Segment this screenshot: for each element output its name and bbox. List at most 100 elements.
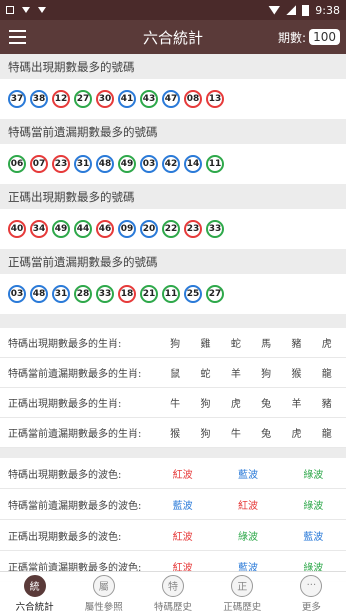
divider [0, 314, 346, 328]
number-ball[interactable]: 42 [162, 155, 180, 173]
number-ball[interactable]: 14 [184, 155, 202, 173]
wave-value: 綠波 [303, 500, 324, 512]
nav-item[interactable]: 特特碼歷史 [138, 572, 207, 615]
wave-values: 紅波 綠波 藍波 [150, 528, 346, 543]
zodiac-value: 牛 [170, 399, 181, 410]
zodiac-values: 狗雞蛇馬豬虎 [160, 335, 346, 350]
wave-value: 紅波 [172, 469, 193, 481]
nav-label: 正碼歷史 [223, 601, 262, 613]
number-ball[interactable]: 13 [206, 90, 224, 108]
number-ball[interactable]: 31 [74, 155, 92, 173]
number-ball[interactable]: 34 [30, 220, 48, 238]
wave-value: 藍波 [172, 500, 193, 512]
number-ball[interactable]: 21 [140, 285, 158, 303]
number-ball[interactable]: 40 [8, 220, 26, 238]
number-ball[interactable]: 48 [96, 155, 114, 173]
zodiac-value: 羊 [230, 369, 241, 380]
wave-value: 綠波 [303, 469, 324, 481]
number-ball[interactable]: 47 [162, 90, 180, 108]
number-ball[interactable]: 23 [52, 155, 70, 173]
number-ball[interactable]: 18 [118, 285, 136, 303]
period-selector[interactable]: 期數: 100 [278, 29, 346, 46]
wave-row: 特碼出現期數最多的波色: 紅波 藍波 綠波 [0, 458, 346, 489]
number-ball[interactable]: 33 [96, 285, 114, 303]
nav-label: 六合統計 [15, 601, 54, 613]
zodiac-value: 兔 [261, 399, 272, 410]
nav-label: 更多 [301, 601, 321, 613]
nav-label: 特碼歷史 [154, 601, 193, 613]
number-ball[interactable]: 44 [74, 220, 92, 238]
section-title: 正碼當前遺漏期數最多的號碼 [0, 249, 346, 274]
number-ball[interactable]: 07 [30, 155, 48, 173]
number-ball[interactable]: 03 [140, 155, 158, 173]
number-ball[interactable]: 33 [206, 220, 224, 238]
wave-value: 紅波 [237, 500, 258, 512]
number-ball[interactable]: 11 [206, 155, 224, 173]
signal-icon [286, 5, 297, 15]
wave-values: 藍波 紅波 綠波 [150, 497, 346, 512]
status-time: 9:38 [315, 3, 340, 17]
number-ball[interactable]: 20 [140, 220, 158, 238]
status-bar: 9:38 [0, 0, 346, 20]
zodiac-value: 牛 [230, 429, 241, 440]
zodiac-row: 正碼當前遺漏期數最多的生肖: 猴 狗 牛 兔 虎 龍 [0, 418, 346, 448]
zodiac-value: 狗 [200, 429, 211, 440]
nav-item[interactable]: 正正碼歷史 [208, 572, 277, 615]
period-value[interactable]: 100 [309, 29, 340, 45]
zodiac-value: 虎 [321, 339, 332, 350]
ball-row: 06 07 23 31 48 49 03 42 14 11 [0, 144, 346, 184]
ball-row: 03 48 31 28 33 18 21 11 25 27 [0, 274, 346, 314]
zodiac-row-label: 正碼當前遺漏期數最多的生肖: [8, 429, 142, 440]
nav-icon: 正 [231, 574, 254, 597]
download-icon-2 [38, 7, 46, 13]
nav-item[interactable]: 統六合統計 [0, 572, 69, 615]
number-ball[interactable]: 12 [52, 90, 70, 108]
number-ball[interactable]: 49 [118, 155, 136, 173]
wave-values: 紅波 藍波 綠波 [150, 466, 346, 481]
number-ball[interactable]: 08 [184, 90, 202, 108]
zodiac-value: 馬 [261, 339, 272, 350]
number-ball[interactable]: 03 [8, 285, 26, 303]
bottom-nav: 統六合統計屬屬性參照特特碼歷史正正碼歷史 ··· 更多 [0, 571, 346, 615]
number-ball[interactable]: 23 [184, 220, 202, 238]
nav-item[interactable]: ··· 更多 [277, 572, 346, 615]
app-header: 六合統計 期數: 100 [0, 20, 346, 54]
number-ball[interactable]: 22 [162, 220, 180, 238]
number-ball[interactable]: 46 [96, 220, 114, 238]
nav-item[interactable]: 屬屬性參照 [69, 572, 138, 615]
zodiac-row-label: 正碼出現期數最多的生肖: [8, 399, 122, 410]
download-icon [22, 7, 30, 13]
number-ball[interactable]: 11 [162, 285, 180, 303]
zodiac-row: 正碼出現期數最多的生肖: 牛 狗 虎 兔 羊 豬 [0, 388, 346, 418]
number-ball[interactable]: 31 [52, 285, 70, 303]
menu-icon[interactable] [0, 20, 34, 54]
wave-value: 藍波 [237, 469, 258, 481]
number-ball[interactable]: 37 [8, 90, 26, 108]
nav-icon: ··· [300, 574, 323, 597]
number-ball[interactable]: 41 [118, 90, 136, 108]
number-ball[interactable]: 38 [30, 90, 48, 108]
zodiac-value: 豬 [291, 339, 302, 350]
number-ball[interactable]: 27 [74, 90, 92, 108]
number-ball[interactable]: 06 [8, 155, 26, 173]
number-ball[interactable]: 48 [30, 285, 48, 303]
zodiac-value: 狗 [200, 399, 211, 410]
zodiac-row-label: 特碼出現期數最多的生肖: [8, 339, 122, 350]
zodiac-value: 兔 [261, 429, 272, 440]
number-ball[interactable]: 30 [96, 90, 114, 108]
battery-icon [302, 4, 310, 16]
number-ball[interactable]: 25 [184, 285, 202, 303]
number-ball[interactable]: 43 [140, 90, 158, 108]
number-ball[interactable]: 09 [118, 220, 136, 238]
zodiac-value: 龍 [321, 369, 332, 380]
zodiac-value: 蛇 [230, 339, 241, 350]
zodiac-value: 龍 [321, 429, 332, 440]
divider [0, 448, 346, 458]
wave-row-label: 正碼出現期數最多的波色: [8, 531, 122, 543]
number-ball[interactable]: 27 [206, 285, 224, 303]
zodiac-row: 特碼當前遺漏期數最多的生肖: 鼠 蛇 羊 狗 猴 龍 [0, 358, 346, 388]
number-ball[interactable]: 28 [74, 285, 92, 303]
number-ball[interactable]: 49 [52, 220, 70, 238]
zodiac-value: 羊 [291, 399, 302, 410]
zodiac-value: 虎 [291, 429, 302, 440]
